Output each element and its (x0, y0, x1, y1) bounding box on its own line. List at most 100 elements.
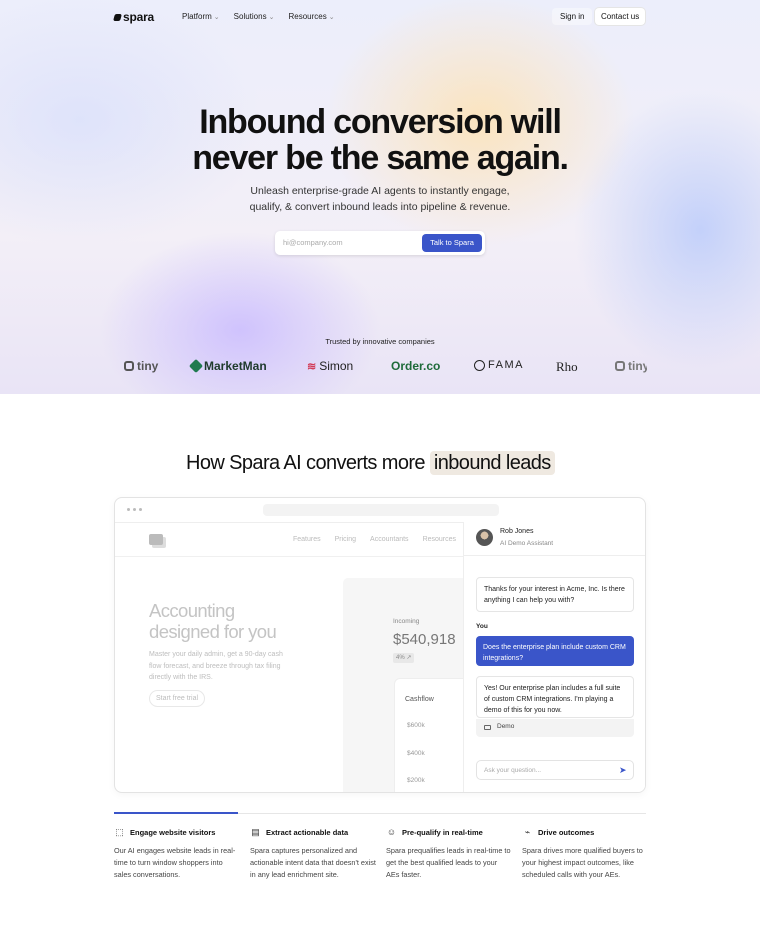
demo-paragraph-line-3: directly with the IRS. (149, 674, 213, 681)
tiny-logo-icon (615, 361, 625, 371)
hero-headline-line-2: never be the same again. (192, 139, 569, 177)
feature-description: Our AI engages website leads in real-tim… (114, 846, 236, 879)
customer-logos: tiny MarketMan ≋ Simon Order.co FAMA Rho … (0, 356, 760, 376)
cashflow-tick: $600k (407, 722, 425, 729)
feature-description: Spara prequalifies leads in real-time to… (386, 846, 511, 879)
feature-title: Engage website visitors (130, 827, 216, 837)
features-active-indicator (114, 812, 238, 814)
nav-platform-label: Platform (182, 12, 212, 21)
hero-headline-line-1: Inbound conversion will (199, 103, 562, 141)
cashflow-label: Cashflow (405, 696, 434, 703)
start-free-trial-button: Start free trial (149, 690, 206, 707)
feature-extract[interactable]: ▤ Extract actionable data Spara captures … (250, 826, 376, 880)
brand-name: Order.co (391, 359, 441, 373)
brand-tiny-logo-repeat: tiny (615, 359, 647, 373)
brand-fama-logo: FAMA (474, 359, 524, 371)
agent-name: Rob Jones (500, 528, 534, 535)
incoming-label: Incoming (393, 618, 420, 625)
cursor-icon: ⬚ (115, 827, 124, 837)
chevron-down-icon: ⌄ (268, 14, 275, 21)
data-icon: ▤ (251, 827, 260, 837)
brand-orderco-logo: Order.co (391, 359, 440, 373)
email-form: hi@company.com Talk to Spara (275, 231, 485, 255)
demo-nav-features: Features (293, 536, 321, 543)
nav-resources-label: Resources (288, 12, 327, 21)
email-input[interactable]: hi@company.com (283, 238, 343, 247)
demo-paragraph-line-2: flow forecast, and breeze through tax fi… (149, 662, 281, 670)
feature-prequalify[interactable]: ☺ Pre-qualify in real-time Spara prequali… (386, 826, 512, 880)
logo-text: spara (123, 10, 155, 24)
feature-title: Drive outcomes (538, 827, 595, 837)
nav-resources[interactable]: Resources ⌄ (288, 12, 334, 21)
demo-site-nav: Features Pricing Accountants Resources (293, 536, 456, 543)
nav-solutions-label: Solutions (233, 12, 267, 21)
feature-title: Pre-qualify in real-time (402, 827, 483, 837)
contact-us-button[interactable]: Contact us (595, 8, 646, 25)
sign-in-button[interactable]: Sign in (552, 8, 593, 25)
hero-subtitle-line-1: Unleash enterprise-grade AI agents to in… (250, 185, 510, 197)
demo-nav-resources: Resources (422, 536, 457, 543)
cashflow-tick: $200k (407, 777, 425, 784)
demo-site-logo-icon (149, 534, 163, 545)
tiny-logo-icon (124, 361, 134, 371)
brand-tiny-logo: tiny (124, 359, 158, 373)
brand-name: tiny (628, 359, 647, 373)
section-title-text: How Spara AI converts more (186, 452, 426, 474)
feature-outcomes[interactable]: ⌁ Drive outcomes Spara drives more qualif… (522, 826, 648, 880)
nav-platform[interactable]: Platform ⌄ (182, 12, 220, 21)
feature-description: Spara drives more qualified buyers to yo… (522, 846, 643, 879)
demo-label: Demo (497, 723, 515, 730)
chat-panel: Rob Jones AI Demo Assistant Thanks for y… (463, 522, 645, 792)
section-title-highlight: inbound leads (429, 451, 555, 475)
hero-section: spara Platform ⌄ Solutions ⌄ Resources ⌄ Si… (0, 0, 760, 394)
ask-question-input[interactable]: Ask your question... ➤ (476, 760, 634, 780)
brand-name: Simon (319, 359, 354, 373)
video-camera-icon (484, 725, 491, 730)
brand-name: tiny (137, 359, 159, 373)
divider (115, 556, 463, 557)
brand-name: Rho (556, 359, 578, 374)
chat-message-bot: Yes! Our enterprise plan includes a full… (476, 676, 634, 718)
brand-name: FAMA (488, 359, 524, 371)
marketman-logo-icon (188, 358, 204, 374)
spara-logo[interactable]: spara (113, 10, 155, 24)
nav-links: Platform ⌄ Solutions ⌄ Resources ⌄ (182, 12, 335, 21)
person-icon: ☺ (386, 827, 397, 837)
hero-subtitle-line-2: qualify, & convert inbound leads into pi… (249, 201, 511, 213)
trusted-label: Trusted by innovative companies (325, 337, 435, 346)
demo-headline-line-1: Accounting (149, 600, 235, 621)
section-title: How Spara AI converts more inbound leads (186, 451, 555, 475)
feature-description: Spara captures personalized and actionab… (250, 846, 376, 879)
demo-paragraph-line-1: Master your daily admin, get a 90-day ca… (149, 651, 283, 658)
spara-logo-mark-icon (113, 13, 122, 21)
brand-name: MarketMan (204, 359, 267, 373)
ask-placeholder: Ask your question... (484, 767, 542, 774)
feature-engage[interactable]: ⬚ Engage website visitors Our AI engages … (114, 826, 240, 880)
cashflow-tick: $400k (407, 750, 425, 757)
demo-headline-line-2: designed for you (149, 621, 277, 642)
top-nav: spara Platform ⌄ Solutions ⌄ Resources ⌄ Si… (113, 8, 646, 26)
agent-role: AI Demo Assistant (500, 540, 554, 547)
talk-to-spara-button[interactable]: Talk to Spara (422, 234, 482, 252)
divider (464, 555, 645, 556)
send-icon[interactable]: ➤ (619, 765, 627, 775)
demo-browser-window: Features Pricing Accountants Resources A… (114, 497, 646, 793)
nav-solutions[interactable]: Solutions ⌄ (234, 12, 275, 21)
chat-message-user: Does the enterprise plan include custom … (476, 636, 634, 666)
brand-rho-logo: Rho (556, 359, 578, 375)
fama-logo-icon (474, 359, 485, 371)
you-label: You (476, 623, 488, 630)
chat-message-bot: Thanks for your interest in Acme, Inc. I… (476, 577, 634, 612)
window-dots (127, 508, 142, 511)
avatar (476, 529, 493, 546)
demo-nav-accountants: Accountants (370, 536, 409, 543)
demo-attachment[interactable]: Demo (476, 719, 634, 737)
demo-nav-pricing: Pricing (334, 536, 357, 543)
simon-logo-icon: ≋ (307, 360, 317, 373)
incoming-percent-badge: 4% ↗ (393, 653, 415, 663)
feature-title: Extract actionable data (266, 827, 349, 837)
chart-icon: ⌁ (524, 827, 531, 837)
brand-marketman-logo: MarketMan (188, 358, 267, 374)
chevron-down-icon: ⌄ (213, 14, 220, 21)
incoming-value: $540,918 (393, 631, 456, 648)
